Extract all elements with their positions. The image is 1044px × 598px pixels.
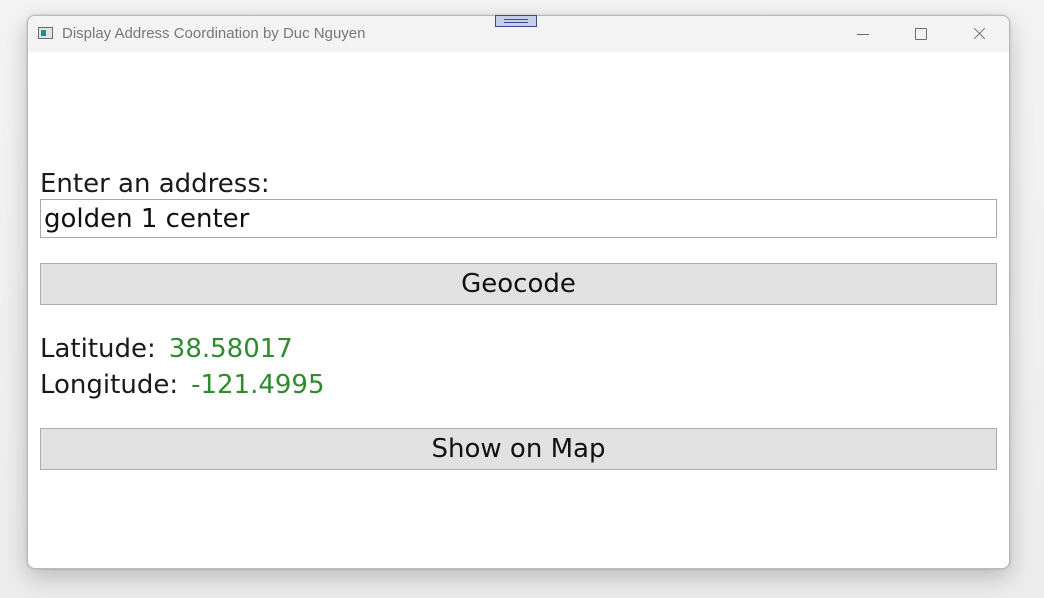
window-title: Display Address Coordination by Duc Nguy… (62, 25, 366, 42)
app-window-icon (38, 27, 53, 39)
longitude-value: -121.4995 (191, 370, 325, 400)
desktop-background: Display Address Coordination by Duc Nguy… (0, 0, 1044, 598)
latitude-row: Latitude: 38.58017 (40, 334, 293, 364)
main-content: Enter an address: Geocode Latitude: 38.58… (28, 52, 1009, 568)
latitude-value: 38.58017 (168, 334, 293, 364)
address-input[interactable] (40, 199, 997, 238)
close-button[interactable] (951, 16, 1007, 52)
longitude-row: Longitude: -121.4995 (40, 370, 325, 400)
geocode-button[interactable]: Geocode (40, 263, 997, 305)
drag-handle-icon[interactable] (495, 15, 537, 27)
app-window: Display Address Coordination by Duc Nguy… (27, 15, 1010, 569)
minimize-icon (857, 33, 869, 35)
maximize-button[interactable] (893, 16, 949, 52)
longitude-label: Longitude: (40, 370, 179, 400)
address-label: Enter an address: (40, 169, 270, 199)
minimize-button[interactable] (835, 16, 891, 52)
show-on-map-button[interactable]: Show on Map (40, 428, 997, 470)
close-icon (972, 27, 986, 41)
latitude-label: Latitude: (40, 334, 156, 364)
maximize-icon (915, 28, 927, 40)
